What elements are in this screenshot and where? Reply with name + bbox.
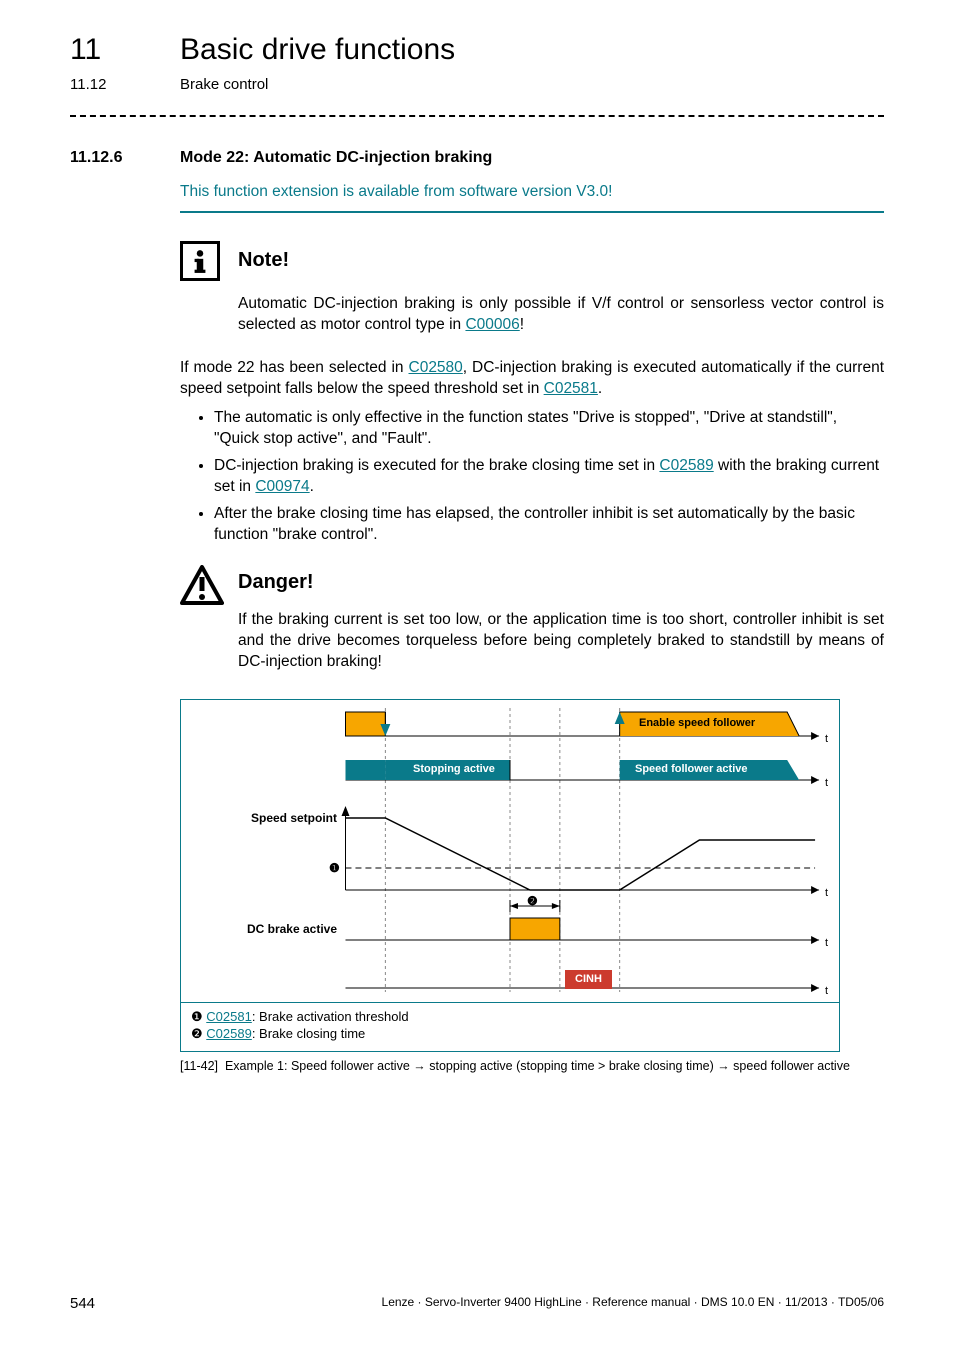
paragraph-main: If mode 22 has been selected in C02580, … <box>180 358 884 400</box>
marker-2: ❷ <box>527 893 541 907</box>
link-c02580[interactable]: C02580 <box>409 359 463 376</box>
caption-text: Example 1: Speed follower active → stopp… <box>225 1059 850 1073</box>
badge-cinh: CINH <box>565 970 612 989</box>
timing-diagram: Stopping active Speed follower active En… <box>180 699 840 1052</box>
link-c02589[interactable]: C02589 <box>659 457 713 474</box>
para-text-1: If mode 22 has been selected in <box>180 359 409 376</box>
link-c02581[interactable]: C02581 <box>544 380 598 397</box>
link-c00974[interactable]: C00974 <box>255 478 309 495</box>
badge-enable-speed-follower: Enable speed follower <box>633 714 761 733</box>
axis-t-3: t <box>825 886 828 901</box>
axis-t-5: t <box>825 984 828 999</box>
caption-ref: [11-42] <box>180 1059 218 1073</box>
link-legend-c02589[interactable]: C02589 <box>206 1026 252 1041</box>
subchapter-title: Brake control <box>180 75 268 95</box>
marker-1: ❶ <box>329 860 343 874</box>
axis-t-1: t <box>825 732 828 747</box>
danger-icon <box>180 565 224 605</box>
badge-speed-follower-active: Speed follower active <box>629 760 753 779</box>
link-legend-c02581[interactable]: C02581 <box>206 1009 252 1024</box>
figure-caption: [11-42] Example 1: Speed follower active… <box>180 1058 884 1075</box>
page-number: 544 <box>70 1294 95 1314</box>
legend-2-marker: ❷ <box>191 1026 206 1041</box>
note-heading: Note! <box>238 247 884 274</box>
chapter-number: 11 <box>70 30 180 71</box>
section-number: 11.12.6 <box>70 147 180 169</box>
subchapter-number: 11.12 <box>70 75 180 95</box>
bullet-2a: DC-injection braking is executed for the… <box>214 457 659 474</box>
axis-t-2: t <box>825 776 828 791</box>
note-text-2: ! <box>520 316 524 333</box>
link-c00006[interactable]: C00006 <box>465 316 519 333</box>
bullet-list: The automatic is only effective in the f… <box>180 408 884 546</box>
bullet-1: The automatic is only effective in the f… <box>214 408 884 450</box>
section-title: Mode 22: Automatic DC-injection braking <box>180 147 492 169</box>
bullet-3: After the brake closing time has elapsed… <box>214 504 884 546</box>
version-note: This function extension is available fro… <box>180 182 884 203</box>
note-text-1: Automatic DC-injection braking is only p… <box>238 295 884 333</box>
label-speed-setpoint: Speed setpoint <box>187 810 337 826</box>
badge-stopping-active: Stopping active <box>407 760 501 779</box>
divider-dashed <box>70 115 884 117</box>
label-dc-brake-active: DC brake active <box>187 921 337 937</box>
legend-1-text: : Brake activation threshold <box>252 1009 409 1024</box>
bullet-2: DC-injection braking is executed for the… <box>214 456 884 498</box>
chapter-title: Basic drive functions <box>180 30 455 71</box>
divider-blue <box>180 211 884 213</box>
para-text-3: . <box>598 380 602 397</box>
danger-body: If the braking current is set too low, o… <box>238 610 884 673</box>
bullet-2c: . <box>310 478 314 495</box>
axis-t-4: t <box>825 936 828 951</box>
danger-heading: Danger! <box>238 569 884 596</box>
info-icon <box>180 241 220 281</box>
note-body: Automatic DC-injection braking is only p… <box>238 294 884 336</box>
legend-2-text: : Brake closing time <box>252 1026 365 1041</box>
diagram-legend: ❶ C02581: Brake activation threshold ❷ C… <box>181 1002 839 1051</box>
legend-1-marker: ❶ <box>191 1009 206 1024</box>
footer-text: Lenze · Servo-Inverter 9400 HighLine · R… <box>382 1294 884 1314</box>
